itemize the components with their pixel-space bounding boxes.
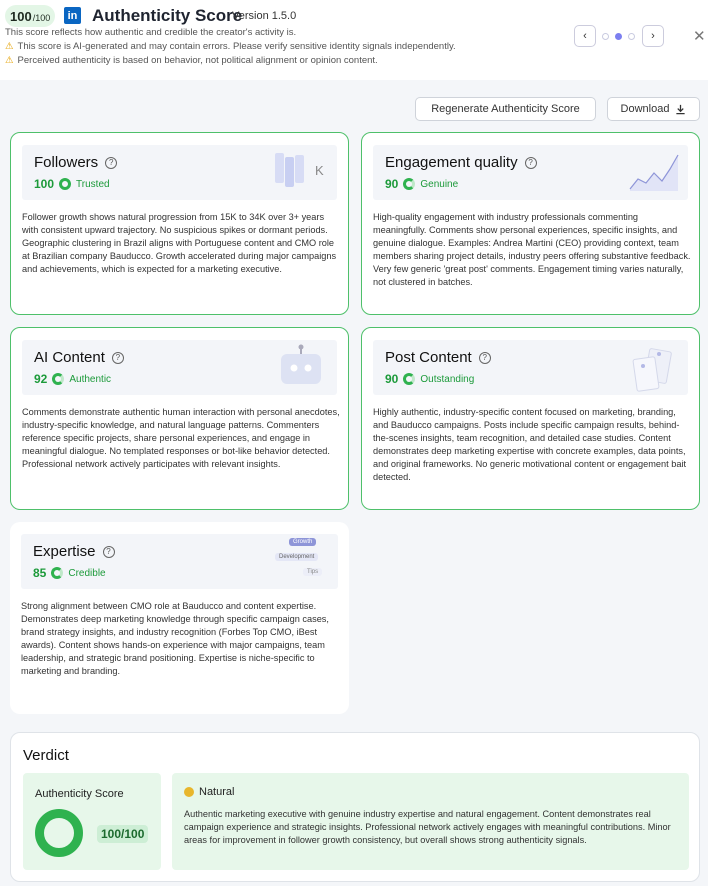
- verdict-score-label: Authenticity Score: [35, 788, 124, 800]
- verdict-badge-text: Natural: [199, 786, 235, 798]
- card-title-text: Followers: [34, 154, 99, 171]
- card-title-text: Engagement quality: [385, 154, 518, 171]
- tips-tag: Tips: [303, 568, 323, 576]
- ai-content-card: AI Content? 92 Authentic Comments demonst…: [10, 327, 349, 510]
- followers-illustration-icon: K: [275, 151, 327, 196]
- help-icon[interactable]: ?: [478, 351, 491, 364]
- card-body: Highly authentic, industry-specific cont…: [373, 407, 687, 482]
- header: 100/100 in Authenticity Score Version 1.…: [0, 0, 708, 80]
- card-title: Post Content?: [385, 349, 491, 366]
- card-body: Comments demonstrate authentic human int…: [22, 407, 340, 469]
- card-body: Strong alignment between CMO role at Bau…: [21, 601, 329, 676]
- card-body: Follower growth shows natural progressio…: [22, 212, 337, 274]
- card-body: High-quality engagement with industry pr…: [373, 212, 691, 287]
- carousel-dot-2[interactable]: [615, 33, 622, 40]
- natural-coin-icon: [184, 787, 194, 797]
- card-score: 92 Authentic: [34, 372, 111, 386]
- documents-icon: [631, 348, 677, 399]
- growth-tag: Growth: [289, 538, 317, 546]
- close-icon[interactable]: ✕: [693, 27, 706, 45]
- verdict-score-ring-icon: [35, 809, 83, 857]
- illustration-k-label: K: [315, 163, 324, 178]
- warning-icon: ⚠: [5, 41, 14, 52]
- engagement-card: Engagement quality? 90 Genuine High-quali…: [361, 132, 700, 315]
- help-icon[interactable]: ?: [524, 156, 537, 169]
- download-button[interactable]: Download: [607, 97, 700, 121]
- download-icon: [676, 104, 686, 114]
- regenerate-button[interactable]: Regenerate Authenticity Score: [415, 97, 596, 121]
- prev-button[interactable]: ‹: [574, 25, 596, 47]
- card-header: Engagement quality? 90 Genuine: [373, 145, 688, 200]
- header-score-pill: 100/100: [5, 5, 56, 27]
- score-ring-icon: [403, 178, 416, 190]
- score-number: 90: [385, 177, 399, 191]
- card-header: AI Content? 92 Authentic: [22, 340, 337, 395]
- download-label: Download: [620, 103, 670, 115]
- score-ring-icon: [52, 373, 65, 385]
- header-score-value: 100: [10, 8, 32, 24]
- card-title-text: Post Content: [385, 349, 472, 366]
- chart-icon: [628, 151, 680, 198]
- score-ring-icon: [403, 373, 416, 385]
- verdict-badge: Natural: [184, 786, 234, 798]
- verdict-panel: Verdict Authenticity Score 100/100 Natur…: [10, 732, 700, 882]
- card-header: Followers? 100 Trusted K: [22, 145, 337, 200]
- card-score: 85 Credible: [33, 566, 106, 580]
- warning-perception: ⚠ Perceived authenticity is based on beha…: [5, 55, 378, 66]
- score-description: This score reflects how authentic and cr…: [5, 27, 297, 38]
- warning-perception-text: Perceived authenticity is based on behav…: [17, 55, 378, 66]
- verdict-score-value: 100/100: [97, 825, 149, 843]
- score-ring-icon: [59, 178, 72, 190]
- card-title-text: Expertise: [33, 543, 96, 560]
- score-number: 92: [34, 372, 48, 386]
- help-icon[interactable]: ?: [105, 156, 118, 169]
- score-number: 100: [34, 177, 55, 191]
- help-icon[interactable]: ?: [102, 545, 115, 558]
- warning-ai: ⚠ This score is AI-generated and may cont…: [5, 41, 456, 52]
- score-status: Trusted: [76, 178, 110, 190]
- chevron-right-icon: ›: [651, 30, 655, 42]
- expertise-card: Expertise? 85 Credible Growth Development…: [10, 522, 349, 714]
- verdict-summary-box: Natural Authentic marketing executive wi…: [172, 773, 689, 870]
- card-header: Post Content? 90 Outstanding: [373, 340, 688, 395]
- card-score: 100 Trusted: [34, 177, 110, 191]
- post-content-card: Post Content? 90 Outstanding Highly authe…: [361, 327, 700, 510]
- next-button[interactable]: ›: [642, 25, 664, 47]
- card-title: AI Content?: [34, 349, 124, 366]
- score-status: Credible: [68, 567, 106, 579]
- card-title-text: AI Content: [34, 349, 105, 366]
- version-label: Version 1.5.0: [232, 10, 297, 22]
- skill-tree-icon: Growth Development Tips: [275, 538, 335, 586]
- score-number: 90: [385, 372, 399, 386]
- verdict-title: Verdict: [23, 747, 69, 764]
- carousel-dot-3[interactable]: [628, 33, 635, 40]
- score-ring-icon: [51, 567, 64, 579]
- warning-icon: ⚠: [5, 55, 14, 66]
- card-score: 90 Outstanding: [385, 372, 474, 386]
- robot-icon: [277, 344, 325, 393]
- score-status: Authentic: [69, 373, 112, 385]
- score-number: 85: [33, 566, 47, 580]
- score-status: Genuine: [420, 178, 459, 190]
- card-score: 90 Genuine: [385, 177, 458, 191]
- header-score-max: /100: [32, 12, 51, 23]
- verdict-score-box: Authenticity Score 100/100: [23, 773, 161, 870]
- card-title: Expertise?: [33, 543, 115, 560]
- card-title: Engagement quality?: [385, 154, 537, 171]
- linkedin-icon: in: [64, 7, 81, 24]
- warning-ai-text: This score is AI-generated and may conta…: [17, 41, 456, 52]
- carousel-dot-1[interactable]: [602, 33, 609, 40]
- chevron-left-icon: ‹: [583, 30, 587, 42]
- page-title: Authenticity Score: [92, 6, 243, 25]
- followers-card: Followers? 100 Trusted K Follower growth …: [10, 132, 349, 315]
- card-title: Followers?: [34, 154, 118, 171]
- card-header: Expertise? 85 Credible Growth Development…: [21, 534, 338, 589]
- regenerate-label: Regenerate Authenticity Score: [431, 103, 580, 115]
- development-tag: Development: [275, 553, 319, 561]
- score-status: Outstanding: [420, 373, 475, 385]
- help-icon[interactable]: ?: [111, 351, 124, 364]
- verdict-text: Authentic marketing executive with genui…: [184, 809, 671, 845]
